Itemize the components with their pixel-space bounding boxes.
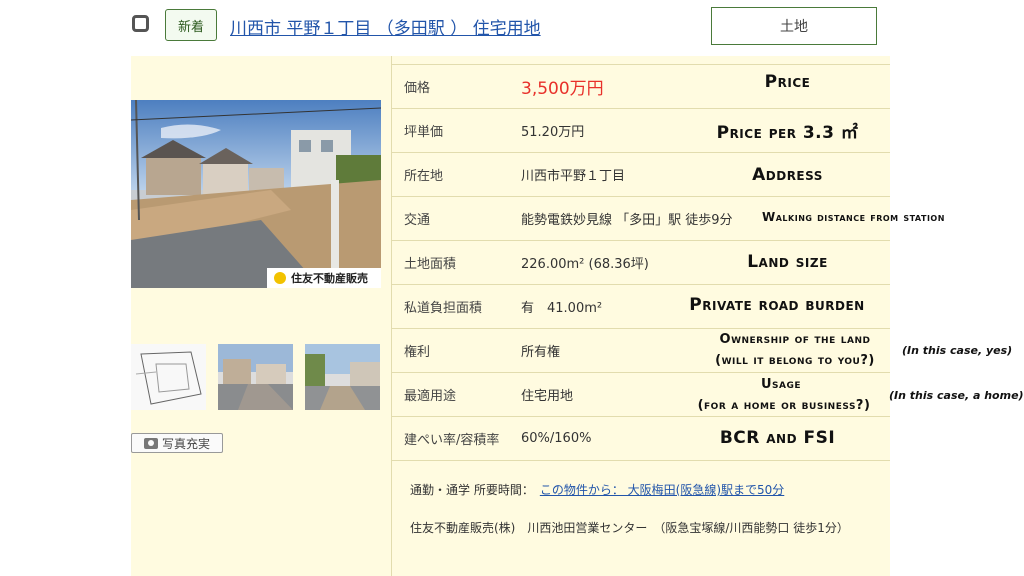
row-value: 所有権 (521, 345, 561, 360)
select-checkbox[interactable] (132, 15, 149, 32)
street-photo-2 (305, 344, 380, 410)
annotation-land-size: Land size (747, 252, 828, 272)
photo-logo-text: 住友不動産販売 (291, 272, 368, 285)
price-value: 3,500万円 (521, 79, 604, 99)
row-value: 有 41.00m² (521, 301, 603, 316)
property-type-button[interactable]: 土地 (711, 7, 877, 45)
row-value: 60%/160% (521, 431, 592, 446)
row-value: 226.00m² (68.36坪) (521, 257, 649, 272)
commute-label: 通勤・通学 所要時間： (410, 483, 534, 497)
row-key: 最適用途 (404, 389, 457, 404)
annotation-usage-line2: (for a home or business?) (697, 398, 871, 413)
row-key: 権利 (404, 345, 431, 360)
thumbnail-street-2[interactable] (305, 344, 380, 410)
annotation-address: Address (752, 165, 823, 185)
row-bottom-border (391, 460, 890, 461)
thumbnail-street-1[interactable] (218, 344, 293, 410)
row-key: 所在地 (404, 169, 444, 184)
new-badge: 新着 (165, 9, 217, 41)
annotation-price: Price (764, 72, 811, 92)
annotation-ownership-line2: (will it belong to you?) (715, 353, 875, 368)
row-value: 能勢電鉄妙見線 「多田」駅 徒歩9分 (521, 213, 733, 228)
site-plan-image (131, 344, 206, 410)
row-value: 51.20万円 (521, 125, 585, 140)
camera-icon (143, 437, 158, 449)
listing-title-link[interactable]: 川西市 平野１丁目 （多田駅 ） 住宅用地 (230, 14, 541, 39)
commute-link[interactable]: この物件から： 大阪梅田(阪急線)駅まで50分 (540, 483, 784, 497)
row-key: 坪単価 (404, 125, 444, 140)
annotation-ownership-line1: Ownership of the land (719, 332, 871, 347)
row-key: 交通 (404, 213, 431, 228)
row-key: 土地面積 (404, 257, 457, 272)
commute-info: 通勤・通学 所要時間： この物件から： 大阪梅田(阪急線)駅まで50分 (410, 481, 784, 498)
photos-button[interactable]: 写真充実 (131, 433, 223, 453)
annotation-usage-line1: Usage (760, 377, 802, 392)
agent-info: 住友不動産販売(株) 川西池田営業センター （阪急宝塚線/川西能勢口 徒歩1分） (410, 521, 849, 535)
photos-button-label: 写真充実 (161, 436, 210, 451)
row-key: 私道負担面積 (404, 301, 483, 316)
note-ownership: (In this case, yes) (902, 344, 1013, 357)
annotation-price-per-area: Price per 3.3 ㎡ (690, 118, 885, 143)
street-photo-1 (218, 344, 293, 410)
row-value: 住宅用地 (521, 389, 574, 404)
main-photo[interactable]: 住友不動産販売 (131, 100, 381, 288)
thumbnail-plan[interactable] (131, 344, 206, 410)
row-value: 川西市平野１丁目 (521, 169, 626, 184)
note-usage: (In this case, a home) (889, 389, 1024, 402)
annotation-price-per-area-text: Price per 3.3 ㎡ (716, 123, 859, 143)
row-key: 価格 (404, 81, 431, 96)
lot-photo-image (131, 100, 381, 288)
annotation-walking-distance: Walking distance from station (762, 210, 945, 224)
annotation-private-road: Private road burden (689, 295, 865, 315)
annotation-bcr-fsi: BCR and FSI (719, 428, 836, 448)
row-key: 建ぺい率/容積率 (404, 433, 500, 448)
